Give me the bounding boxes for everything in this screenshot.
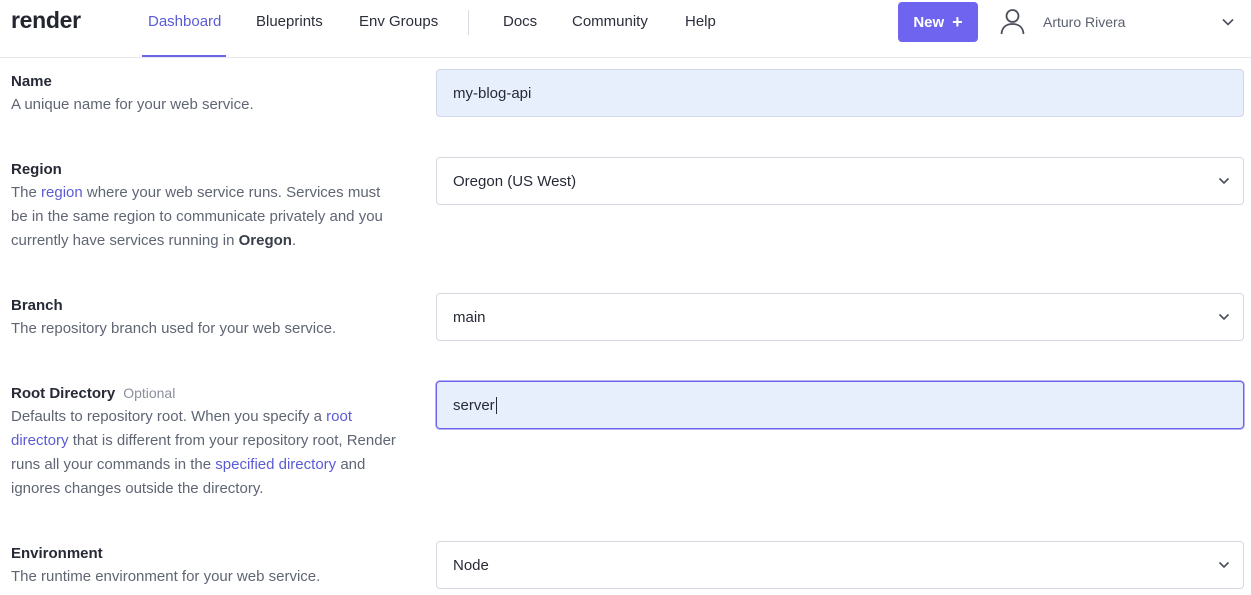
user-name[interactable]: Arturo Rivera xyxy=(1043,14,1125,30)
chevron-down-icon xyxy=(1218,561,1230,569)
environment-select[interactable]: Node xyxy=(436,541,1244,589)
render-logo[interactable]: render xyxy=(11,7,81,34)
environment-description: The runtime environment for your web ser… xyxy=(11,568,321,585)
nav-divider xyxy=(468,10,469,35)
name-input-field[interactable] xyxy=(453,84,1227,102)
region-desc-text: . xyxy=(291,232,297,249)
top-navigation-bar: render Dashboard Blueprints Env Groups D… xyxy=(0,0,1251,58)
user-icon[interactable] xyxy=(1000,8,1025,35)
environment-select-value: Node xyxy=(453,556,489,574)
new-button-label: New xyxy=(913,13,945,31)
root-dir-desc-text: Defaults to repository root. When you sp… xyxy=(11,408,327,425)
name-input[interactable] xyxy=(436,69,1244,117)
root-directory-description: Defaults to repository root. When you sp… xyxy=(11,405,406,501)
chevron-down-icon xyxy=(1218,177,1230,185)
nav-dashboard[interactable]: Dashboard xyxy=(148,13,221,58)
nav-env-groups[interactable]: Env Groups xyxy=(359,13,438,58)
current-region: Oregon xyxy=(238,232,292,249)
branch-select[interactable]: main xyxy=(436,293,1244,341)
active-nav-indicator xyxy=(142,55,226,57)
root-directory-label: Root Directory Optional xyxy=(11,385,175,402)
name-description: A unique name for your web service. xyxy=(11,96,254,113)
chevron-down-icon xyxy=(1218,313,1230,321)
nav-blueprints[interactable]: Blueprints xyxy=(256,13,323,58)
chevron-down-icon[interactable] xyxy=(1221,15,1235,29)
specified-directory-link[interactable]: specified directory xyxy=(215,456,336,473)
branch-description: The repository branch used for your web … xyxy=(11,320,337,337)
nav-docs[interactable]: Docs xyxy=(503,13,537,58)
branch-select-value: main xyxy=(453,308,486,326)
region-link[interactable]: region xyxy=(41,184,83,201)
nav-help[interactable]: Help xyxy=(685,13,716,58)
region-label: Region xyxy=(11,161,62,178)
name-label: Name xyxy=(11,73,52,90)
region-select-value: Oregon (US West) xyxy=(453,172,577,190)
environment-label: Environment xyxy=(11,545,103,562)
root-directory-label-text: Root Directory xyxy=(11,385,116,402)
text-cursor xyxy=(495,396,497,414)
region-select[interactable]: Oregon (US West) xyxy=(436,157,1244,205)
new-button[interactable]: New + xyxy=(898,2,978,42)
branch-label: Branch xyxy=(11,297,63,314)
nav-community[interactable]: Community xyxy=(572,13,648,58)
optional-tag: Optional xyxy=(123,385,176,401)
region-description: The region where your web service runs. … xyxy=(11,181,401,253)
region-desc-text: The xyxy=(11,184,42,201)
root-directory-input-value[interactable]: server xyxy=(453,397,495,414)
plus-icon: + xyxy=(952,12,963,32)
root-directory-input[interactable]: server xyxy=(436,381,1244,429)
